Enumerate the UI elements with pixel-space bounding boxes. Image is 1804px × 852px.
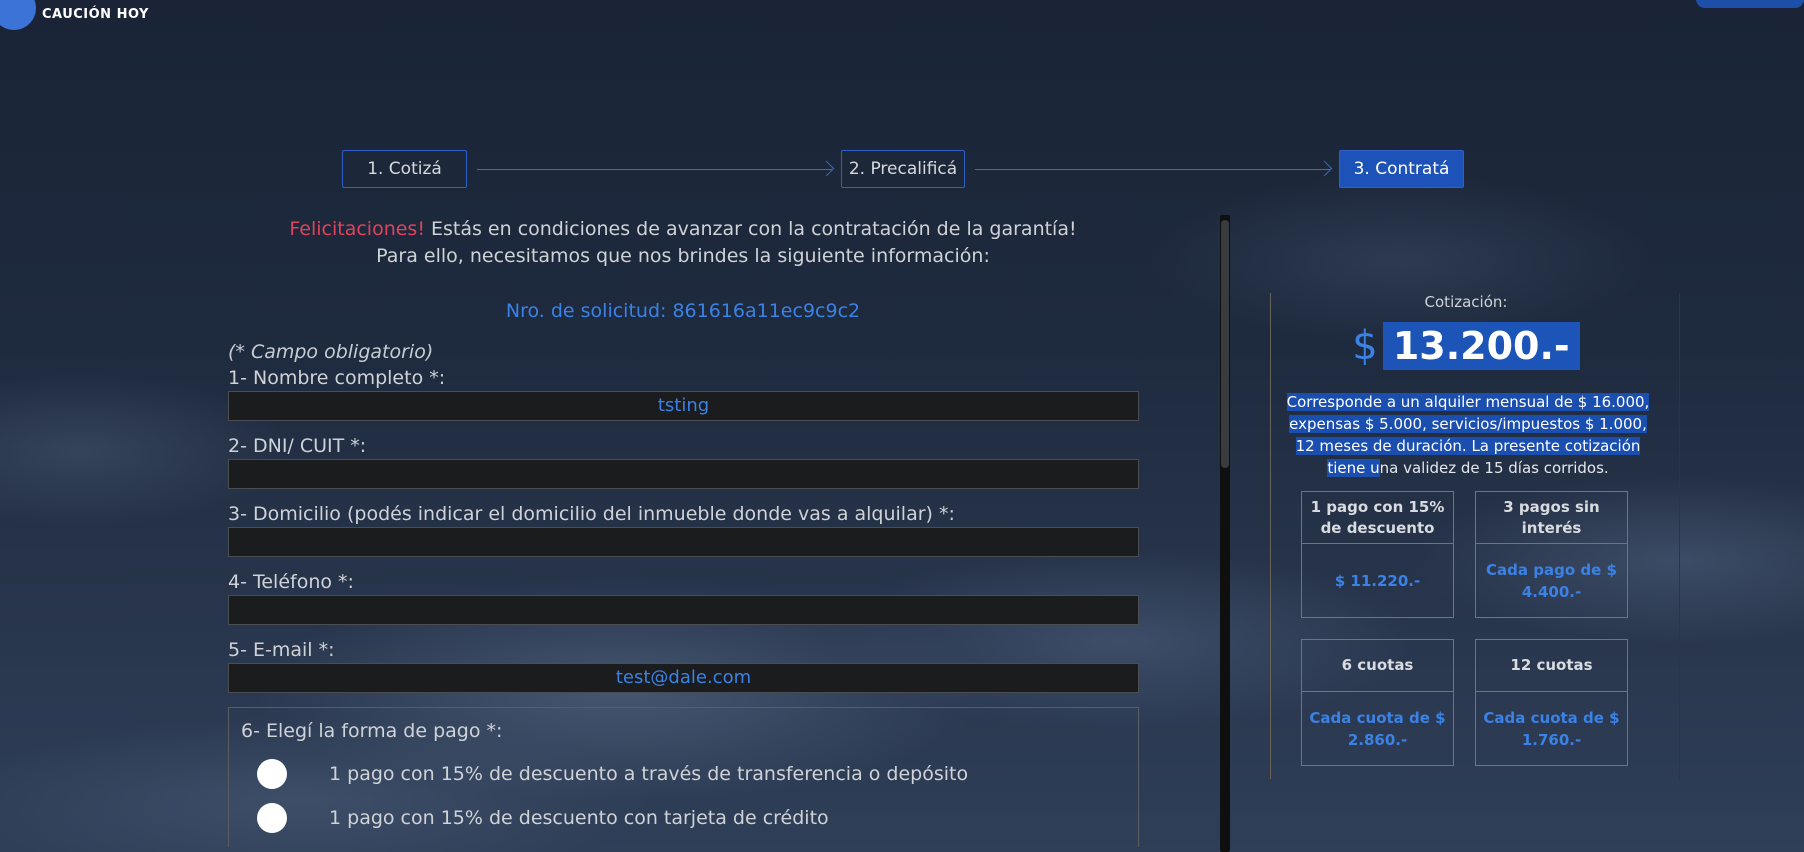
quote-option-value: Cada pago de $ 4.400.- (1486, 561, 1617, 601)
radio-button[interactable] (257, 803, 287, 833)
quote-option-value: Cada cuota de $ 2.860.- (1309, 709, 1446, 749)
contract-form: (* Campo obligatorio) 1- Nombre completo… (228, 341, 1139, 847)
intro-line-2: Para ello, necesitamos que nos brindes l… (376, 245, 990, 267)
required-note: (* Campo obligatorio) (228, 341, 434, 363)
payment-option[interactable]: 1 pago con 15% de descuento a través de … (241, 752, 1126, 796)
quote-option-card: 6 cuotas Cada cuota de $ 2.860.- (1301, 639, 1454, 766)
quote-option-value: $ 11.220.- (1334, 572, 1421, 590)
email-label: 5- E-mail *: (228, 639, 335, 661)
phone-input[interactable] (228, 595, 1139, 625)
quote-label: Cotización: (1424, 293, 1508, 311)
payment-option-label: 1 pago con 15% de descuento con tarjeta … (329, 807, 829, 829)
dni-label: 2- DNI/ CUIT *: (228, 435, 367, 457)
quote-amount: $ 13.200.- (1271, 322, 1661, 370)
radio-button[interactable] (257, 759, 287, 789)
quote-currency: $ (1352, 323, 1378, 369)
phone-label: 4- Teléfono *: (228, 571, 354, 593)
quote-option-card: 1 pago con 15% de descuento $ 11.220.- (1301, 491, 1454, 618)
step-contrata[interactable]: 3. Contratá (1339, 150, 1464, 188)
payment-option[interactable]: 1 pago con 15% de descuento con tarjeta … (241, 796, 1126, 840)
quote-value: 13.200.- (1382, 322, 1580, 370)
quote-option-title: 6 cuotas (1302, 640, 1453, 692)
payment-method-label: 6- Elegí la forma de pago *: (241, 720, 503, 742)
quote-description: Corresponde a un alquiler mensual de $ 1… (1280, 391, 1656, 479)
quote-option-card: 3 pagos sin interés Cada pago de $ 4.400… (1475, 491, 1628, 618)
quote-description-rest: na validez de 15 días corridos. (1379, 459, 1609, 477)
quote-panel: Cotización: $ 13.200.- Corresponde a un … (1270, 293, 1680, 779)
quote-option-value: Cada cuota de $ 1.760.- (1483, 709, 1620, 749)
step-arrow-icon (477, 169, 832, 170)
step-precalifica[interactable]: 2. Precalificá (841, 150, 965, 188)
brand-name: CAUCIÓN HOY (42, 6, 149, 22)
quote-option-title: 1 pago con 15% de descuento (1302, 492, 1453, 544)
payment-option-label: 1 pago con 15% de descuento a través de … (329, 763, 969, 785)
progress-steps: 1. Cotizá 2. Precalificá 3. Contratá (342, 150, 1464, 190)
quote-option-title: 12 cuotas (1476, 640, 1627, 692)
scrollbar-thumb[interactable] (1221, 220, 1229, 468)
payment-method-group: 6- Elegí la forma de pago *: 1 pago con … (228, 707, 1139, 847)
logo-icon (0, 0, 36, 30)
step-cotiza[interactable]: 1. Cotizá (342, 150, 467, 188)
form-scrollbar[interactable] (1220, 215, 1230, 852)
fullname-input[interactable]: tsting (228, 391, 1139, 421)
dni-input[interactable] (228, 459, 1139, 489)
intro-line-1: Estás en condiciones de avanzar con la c… (424, 218, 1077, 240)
step-arrow-icon (975, 169, 1330, 170)
address-label: 3- Domicilio (podés indicar el domicilio… (228, 503, 955, 525)
fullname-label: 1- Nombre completo *: (228, 367, 446, 389)
intro-highlight: Felicitaciones! (289, 218, 425, 240)
request-number: Nro. de solicitud: 861616a11ec9c9c2 (505, 300, 861, 322)
email-input[interactable]: test@dale.com (228, 663, 1139, 693)
quote-option-title: 3 pagos sin interés (1476, 492, 1627, 544)
quote-option-card: 12 cuotas Cada cuota de $ 1.760.- (1475, 639, 1628, 766)
brand-logo[interactable]: CAUCIÓN HOY (0, 0, 149, 30)
top-right-button[interactable] (1696, 0, 1804, 8)
address-input[interactable] (228, 527, 1139, 557)
intro-message: Felicitaciones! Estás en condiciones de … (228, 216, 1138, 270)
